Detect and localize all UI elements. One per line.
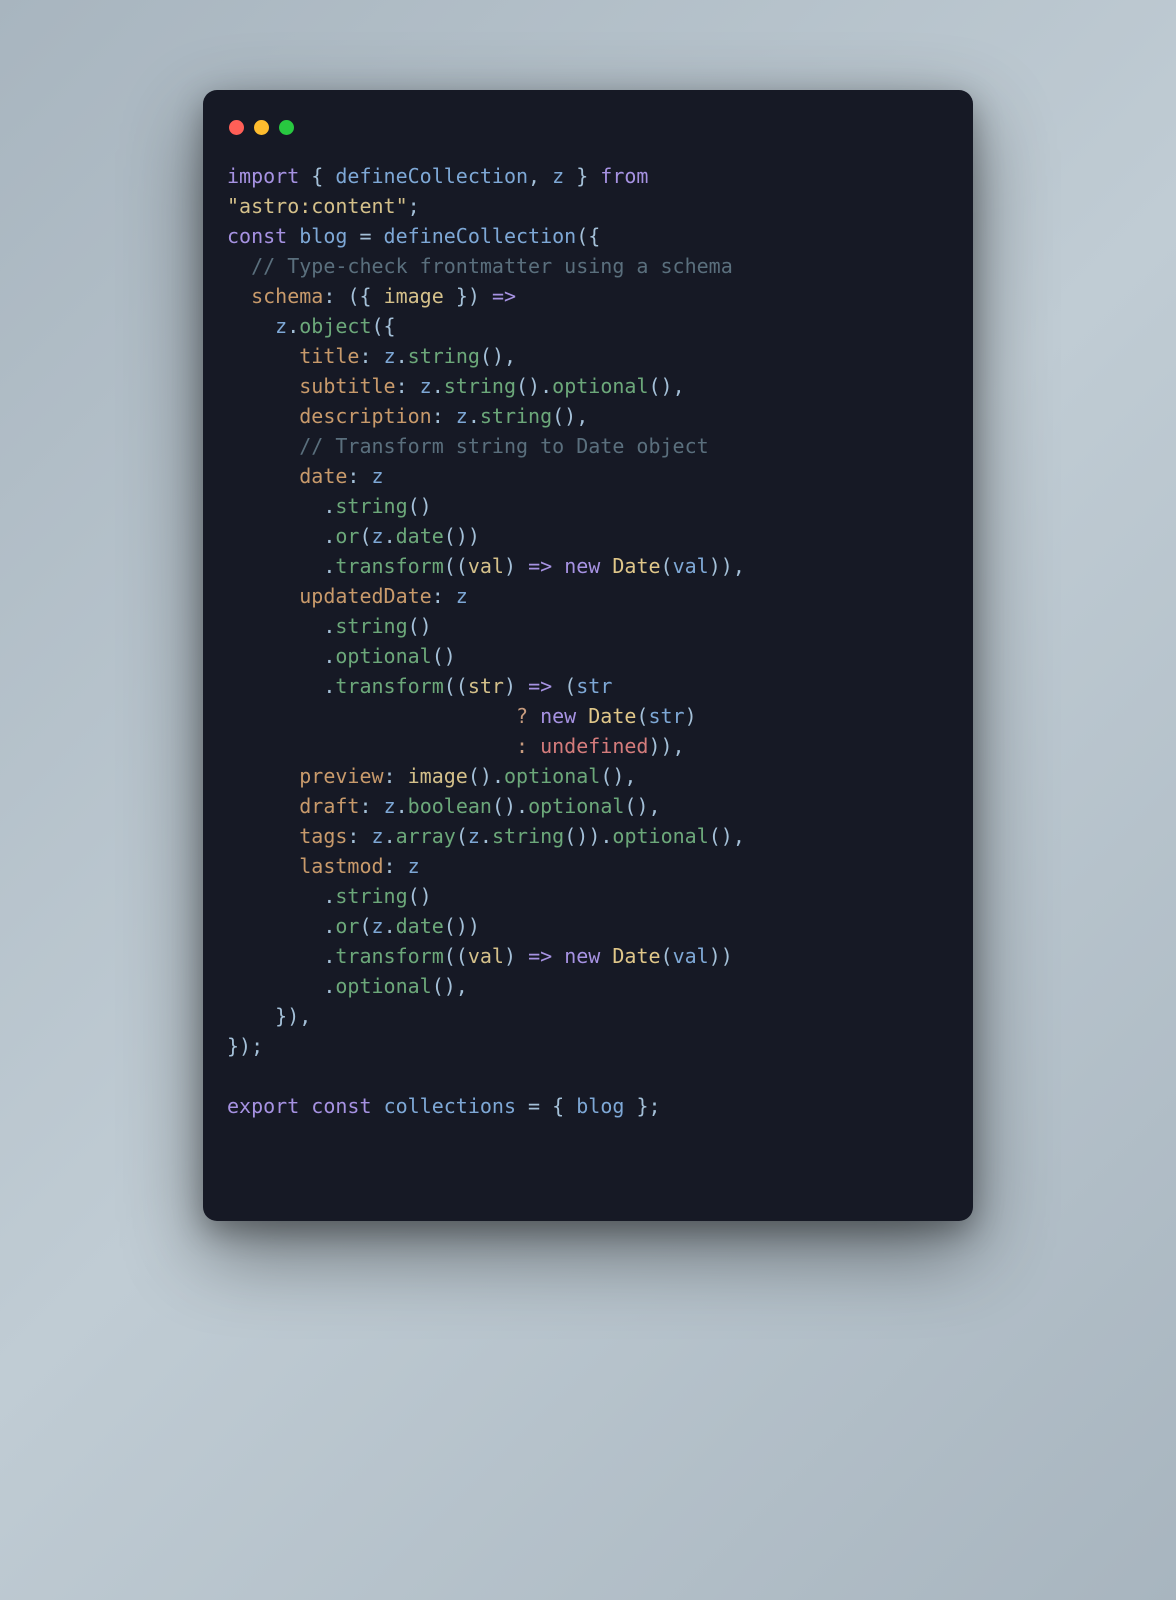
keyword-import: import: [227, 164, 299, 188]
window-titlebar: [227, 114, 949, 161]
minimize-icon[interactable]: [254, 120, 269, 135]
code-block[interactable]: import { defineCollection, z } from "ast…: [227, 161, 949, 1121]
zoom-icon[interactable]: [279, 120, 294, 135]
close-icon[interactable]: [229, 120, 244, 135]
code-window: import { defineCollection, z } from "ast…: [203, 90, 973, 1221]
